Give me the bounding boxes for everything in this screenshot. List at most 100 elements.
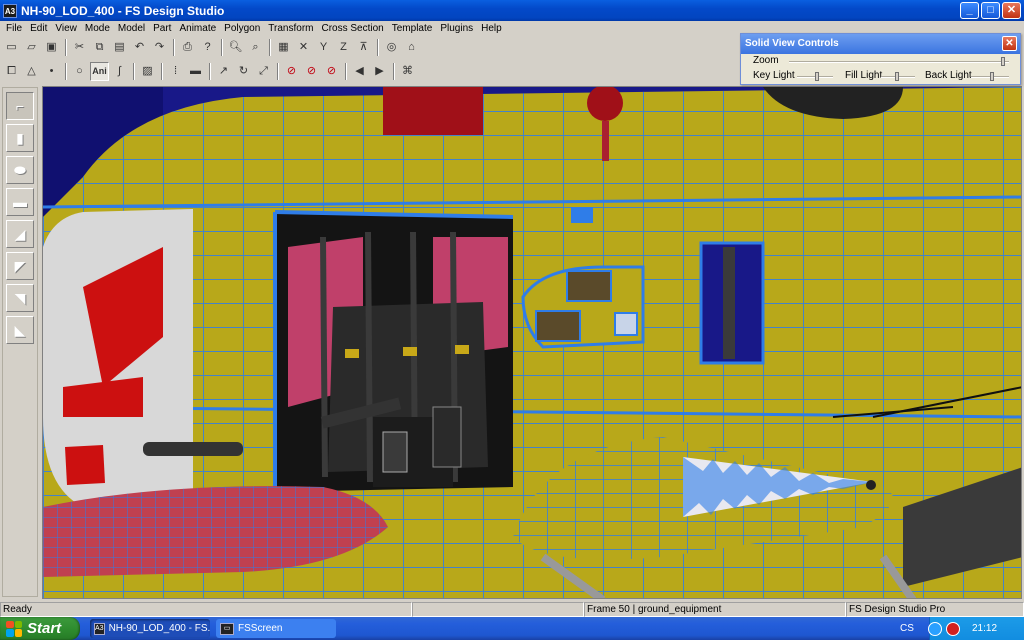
back-light-thumb[interactable]: [990, 72, 994, 81]
undo-icon[interactable]: ↶: [130, 38, 149, 57]
axis-y-icon[interactable]: Y: [314, 38, 333, 57]
taskbar: Start A3 NH-90_LOD_400 - FS... ▭ FSScree…: [0, 617, 1024, 640]
language-indicator[interactable]: CS: [900, 623, 924, 634]
toolbar-separator: [345, 63, 347, 80]
toolbar-separator: [209, 63, 211, 80]
dots-grid-icon[interactable]: ⁞: [166, 62, 185, 81]
menu-animate[interactable]: Animate: [175, 22, 220, 36]
zoom-out-icon[interactable]: ⌕: [246, 38, 265, 57]
back-light-label: Back Light: [925, 70, 972, 81]
menu-help[interactable]: Help: [477, 22, 506, 36]
fill-light-slider[interactable]: [881, 72, 915, 81]
home-view-icon[interactable]: ⌂: [402, 38, 421, 57]
tool-bar-icon[interactable]: ▮: [6, 124, 34, 152]
redo-icon[interactable]: ↷: [150, 38, 169, 57]
menu-edit[interactable]: Edit: [26, 22, 51, 36]
fsscreen-task-icon: ▭: [220, 622, 234, 635]
tool-corner-icon[interactable]: ⌐: [6, 92, 34, 120]
menu-model[interactable]: Model: [114, 22, 149, 36]
close-button[interactable]: ✕: [1002, 2, 1021, 19]
scale-icon[interactable]: ⤢: [254, 62, 273, 81]
3d-viewport[interactable]: [42, 86, 1022, 599]
paste-icon[interactable]: ▤: [110, 38, 129, 57]
menu-transform[interactable]: Transform: [264, 22, 317, 36]
tool-curve-icon[interactable]: ◥: [6, 284, 34, 312]
maximize-button[interactable]: □: [981, 2, 1000, 19]
no-select-icon[interactable]: ⊘: [282, 62, 301, 81]
taskbar-item-fsscreen[interactable]: ▭ FSScreen: [216, 619, 336, 638]
tool-wedge-icon[interactable]: ◤: [6, 252, 34, 280]
spline-icon[interactable]: ∫: [110, 62, 129, 81]
fill-light-thumb[interactable]: [895, 72, 899, 81]
triangle-icon[interactable]: △: [22, 62, 41, 81]
cut-icon[interactable]: ✂: [70, 38, 89, 57]
help-icon[interactable]: ?: [198, 38, 217, 57]
solid-view-controls-panel: Solid View Controls ✕ Zoom Key Light Fil…: [740, 33, 1021, 85]
circle-icon[interactable]: ○: [70, 62, 89, 81]
system-tray: CS 21:12: [900, 617, 1024, 640]
toolbar-separator: [65, 39, 67, 56]
zoom-slider-thumb[interactable]: [1001, 57, 1005, 66]
taskbar-item-fsscreen-label: FSScreen: [238, 623, 283, 634]
axis-z-icon[interactable]: Z: [334, 38, 353, 57]
new-icon[interactable]: ▭: [2, 38, 21, 57]
minimize-button[interactable]: _: [960, 2, 979, 19]
zoom-label: Zoom: [753, 55, 779, 66]
select-box-icon[interactable]: ⧠: [2, 62, 21, 81]
windows-logo-icon: [6, 620, 22, 637]
tool-ramp-icon[interactable]: ◢: [6, 220, 34, 248]
menu-part[interactable]: Part: [149, 22, 175, 36]
axis-x-icon[interactable]: ✕: [294, 38, 313, 57]
grid-icon[interactable]: ▦: [274, 38, 293, 57]
menu-file[interactable]: File: [2, 22, 26, 36]
print-icon[interactable]: ⎙: [178, 38, 197, 57]
menu-mode[interactable]: Mode: [81, 22, 114, 36]
taskbar-item-fsds[interactable]: A3 NH-90_LOD_400 - FS...: [90, 619, 210, 638]
save-icon[interactable]: ▣: [42, 38, 61, 57]
toolbar-separator: [377, 39, 379, 56]
start-button[interactable]: Start: [0, 617, 80, 640]
status-frame: Frame 50 | ground_equipment: [584, 602, 846, 617]
zoom-in-icon[interactable]: 🔍︎: [226, 38, 245, 57]
menu-view[interactable]: View: [51, 22, 81, 36]
network-icon[interactable]: [928, 621, 942, 636]
window-title: NH-90_LOD_400 - FS Design Studio: [21, 3, 225, 18]
view-eye-icon[interactable]: ◎: [382, 38, 401, 57]
move-icon[interactable]: ↗: [214, 62, 233, 81]
no-edit-icon[interactable]: ⊘: [322, 62, 341, 81]
tool-sector-icon[interactable]: ◣: [6, 316, 34, 344]
point-icon[interactable]: •: [42, 62, 61, 81]
fsds-task-icon: A3: [94, 622, 105, 635]
toolbar-separator: [161, 63, 163, 80]
menu-template[interactable]: Template: [388, 22, 437, 36]
ruler-icon[interactable]: ▬: [186, 62, 205, 81]
menu-cross-section[interactable]: Cross Section: [318, 22, 388, 36]
taskbar-item-fsds-label: NH-90_LOD_400 - FS...: [108, 623, 210, 634]
menu-polygon[interactable]: Polygon: [220, 22, 264, 36]
no-paint-icon[interactable]: ⊘: [302, 62, 321, 81]
menu-plugins[interactable]: Plugins: [436, 22, 477, 36]
app-icon: A3: [3, 3, 17, 18]
edit-toolbar: ⧠ △ • ○ Ani ∫ ▨ ⁞ ▬ ↗ ↻ ⤢ ⊘ ⊘ ⊘ ◀ ▶ ⌘: [2, 61, 418, 82]
play-forward-icon[interactable]: ▶: [370, 62, 389, 81]
title-bar: A3 NH-90_LOD_400 - FS Design Studio _ □ …: [0, 0, 1024, 21]
texture-icon[interactable]: ▨: [138, 62, 157, 81]
axis-xy-icon[interactable]: ⊼: [354, 38, 373, 57]
copy-icon[interactable]: ⧉: [90, 38, 109, 57]
key-light-slider[interactable]: [797, 72, 833, 81]
back-light-slider[interactable]: [971, 72, 1009, 81]
play-back-icon[interactable]: ◀: [350, 62, 369, 81]
key-light-label: Key Light: [753, 70, 795, 81]
tool-pill-icon[interactable]: ▬: [6, 188, 34, 216]
key-light-thumb[interactable]: [815, 72, 819, 81]
animation-button[interactable]: Ani: [90, 62, 109, 81]
zoom-slider[interactable]: [789, 57, 1009, 66]
rotate-icon[interactable]: ↻: [234, 62, 253, 81]
panel-title: Solid View Controls ✕: [741, 34, 1020, 54]
panel-close-button[interactable]: ✕: [1002, 36, 1017, 51]
status-spacer: [412, 602, 584, 617]
open-icon[interactable]: ▱: [22, 38, 41, 57]
security-shield-icon[interactable]: [946, 621, 960, 636]
tool-ellipse-icon[interactable]: ⬬: [6, 156, 34, 184]
binoculars-icon[interactable]: ⌘: [398, 62, 417, 81]
